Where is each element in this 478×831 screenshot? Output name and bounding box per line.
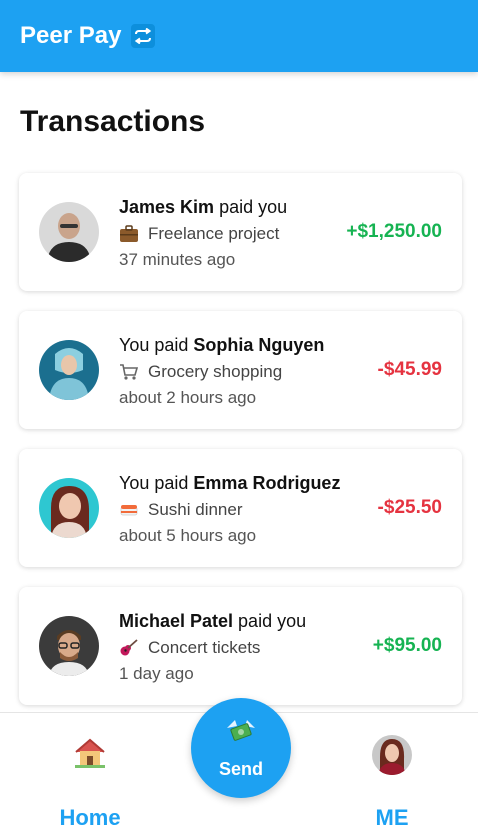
nav-me-button[interactable]: ME [342, 735, 442, 830]
avatar [39, 616, 99, 676]
transaction-summary: Michael Patel paid you [119, 611, 307, 631]
avatar [372, 735, 412, 775]
transaction-amount: +$1,250.00 [346, 221, 442, 242]
transaction-summary: You paid Sophia Nguyen [119, 335, 325, 355]
transaction-amount: -$25.50 [377, 497, 442, 518]
house-icon [73, 737, 107, 774]
transaction-description: Sushi dinner [119, 500, 243, 520]
swap-arrows-icon [131, 24, 156, 48]
nav-home-button[interactable]: Home [40, 735, 140, 830]
transaction-card[interactable]: Michael Patel paid you Concert tickets 1… [19, 587, 462, 705]
transaction-card[interactable]: You paid Emma Rodriguez Sushi dinner abo… [19, 449, 462, 567]
sushi-icon [119, 500, 139, 520]
counterparty-name: James Kim [119, 197, 215, 217]
app-title: Peer Pay [20, 22, 122, 49]
shopping-cart-icon [119, 362, 139, 382]
guitar-icon [119, 638, 139, 658]
transaction-description: Grocery shopping [119, 362, 282, 382]
transaction-description: Freelance project [119, 224, 279, 244]
avatar [39, 478, 99, 538]
nav-me-label: ME [375, 805, 409, 830]
counterparty-name: Sophia Nguyen [193, 335, 325, 355]
transaction-amount: +$95.00 [372, 635, 442, 656]
send-label: Send [218, 759, 263, 779]
money-with-wings-icon [225, 718, 257, 753]
briefcase-icon [119, 224, 139, 244]
transaction-card[interactable]: You paid Sophia Nguyen Grocery shopping … [19, 311, 462, 429]
counterparty-name: Emma Rodriguez [193, 473, 341, 493]
transaction-time: 1 day ago [119, 664, 194, 683]
transaction-description: Concert tickets [119, 638, 260, 658]
nav-home-label: Home [59, 805, 121, 830]
transaction-summary: James Kim paid you [119, 197, 288, 217]
transaction-amount: -$45.99 [377, 359, 442, 380]
counterparty-name: Michael Patel [119, 611, 234, 631]
send-button[interactable]: Send [191, 698, 291, 798]
transaction-time: about 5 hours ago [119, 526, 257, 545]
transaction-summary: You paid Emma Rodriguez [119, 473, 341, 493]
transaction-time: about 2 hours ago [119, 388, 257, 407]
transaction-time: 37 minutes ago [119, 250, 236, 269]
avatar [39, 340, 99, 400]
app-header: Peer Pay [0, 0, 478, 72]
page-title: Transactions [20, 105, 206, 138]
transaction-card[interactable]: James Kim paid you Freelance project 37 … [19, 173, 462, 291]
avatar [39, 202, 99, 262]
